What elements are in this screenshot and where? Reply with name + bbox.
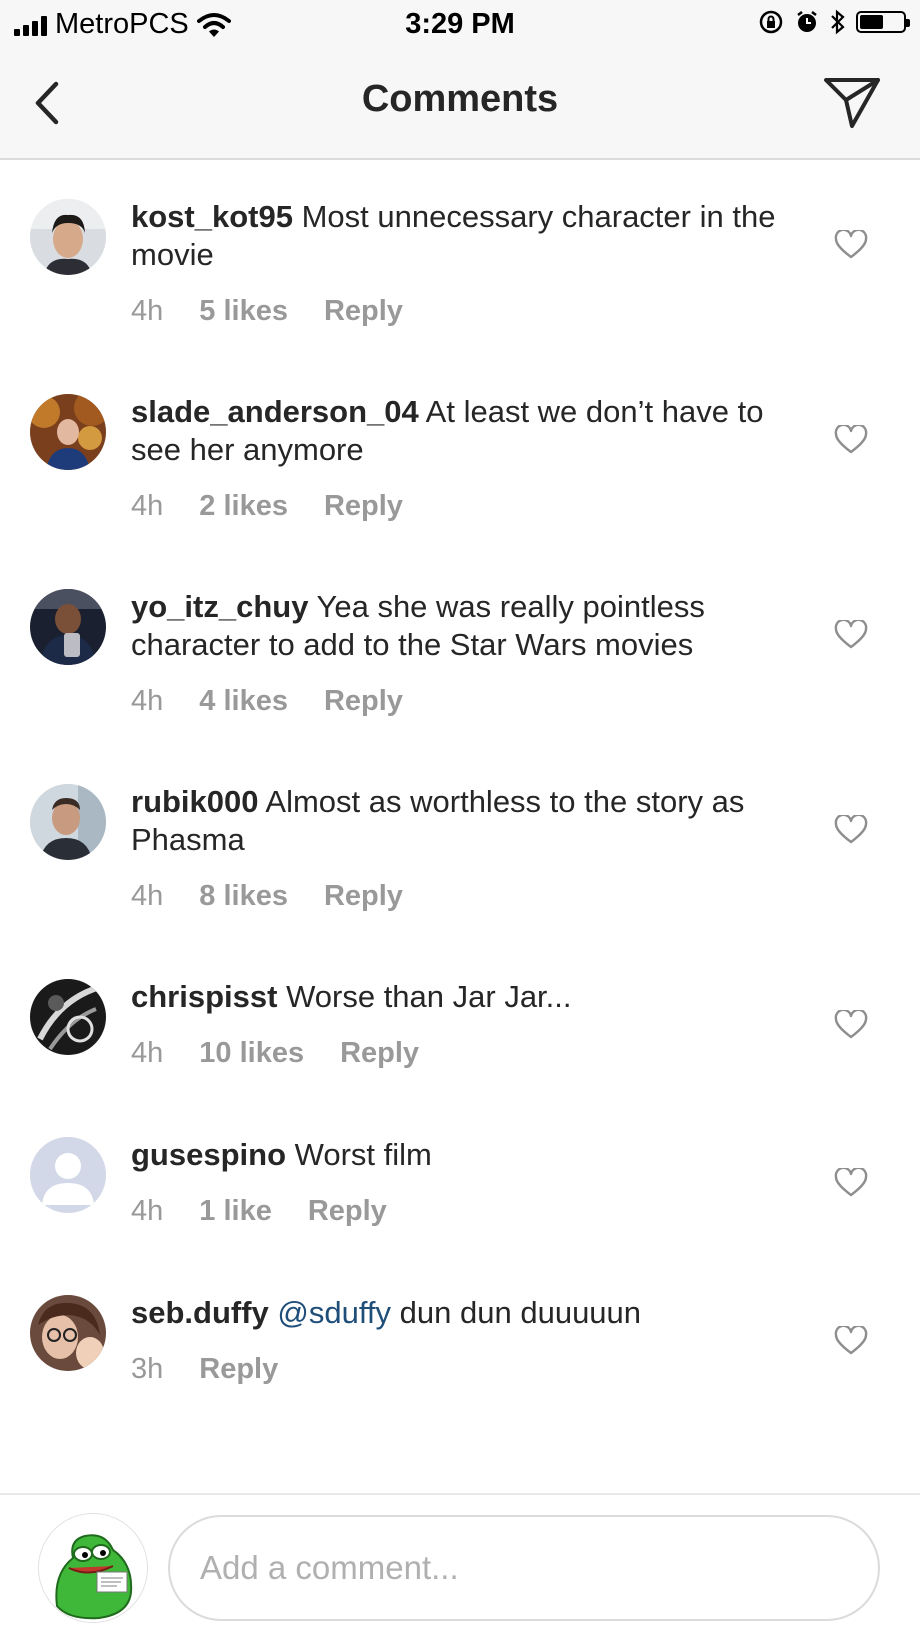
reply-button[interactable]: Reply [340,1037,419,1069]
comment-meta: 4h 8 likes Reply [131,880,439,913]
reply-button[interactable]: Reply [324,295,403,327]
bluetooth-icon [831,9,845,35]
heart-icon[interactable] [834,230,868,260]
comment-time: 4h [131,1195,164,1227]
comment-text: seb.duffy @sduffy dun dun duuuuun [131,1294,791,1332]
comment-likes[interactable]: 1 like [199,1195,272,1227]
comment-time: 4h [131,295,164,327]
comment-likes[interactable]: 8 likes [199,880,288,912]
heart-icon[interactable] [834,1168,868,1198]
comment-body: dun dun duuuuun [399,1295,642,1330]
reply-button[interactable]: Reply [324,880,403,912]
heart-icon[interactable] [834,1010,868,1040]
reply-button[interactable]: Reply [324,490,403,522]
comment-body: Worse than Jar Jar... [286,979,572,1014]
comment-meta: 4h 4 likes Reply [131,685,439,718]
reply-button[interactable]: Reply [324,685,403,717]
comment-text: gusespino Worst film [131,1136,791,1174]
comment-username[interactable]: kost_kot95 [131,199,293,234]
comment-text: slade_anderson_04 At least we don’t have… [131,393,791,469]
comment-likes[interactable]: 10 likes [199,1037,304,1069]
avatar[interactable] [30,784,106,860]
avatar[interactable] [30,394,106,470]
comment-text: chrispisst Worse than Jar Jar... [131,978,791,1016]
comment-meta: 3h Reply [131,1353,314,1386]
comment-time: 4h [131,1037,164,1069]
comment-likes[interactable]: 2 likes [199,490,288,522]
avatar[interactable] [30,199,106,275]
comment-time: 4h [131,685,164,717]
status-right [758,8,910,36]
comment-body: Worst film [294,1137,432,1172]
avatar[interactable] [30,1295,106,1371]
direct-share-button[interactable] [822,74,882,130]
comment-mention[interactable]: @sduffy [277,1295,391,1330]
comment-input[interactable] [168,1515,880,1621]
comment-meta: 4h 10 likes Reply [131,1037,455,1070]
comment-time: 4h [131,490,164,522]
alarm-icon [797,11,817,32]
comment-time: 3h [131,1353,164,1385]
heart-icon[interactable] [834,620,868,650]
battery-icon [856,11,910,33]
comment-likes[interactable]: 5 likes [199,295,288,327]
avatar[interactable] [30,589,106,665]
reply-button[interactable]: Reply [199,1353,278,1385]
comment-username[interactable]: chrispisst [131,979,277,1014]
comment-likes[interactable]: 4 likes [199,685,288,717]
comment-meta: 4h 2 likes Reply [131,490,439,523]
comment-composer [0,1493,920,1641]
comment-meta: 4h 1 like Reply [131,1195,423,1228]
heart-icon[interactable] [834,1326,868,1356]
rotation-lock-icon [759,10,783,34]
comment-username[interactable]: seb.duffy [131,1295,269,1330]
avatar[interactable] [30,1137,106,1213]
comment-text: rubik000 Almost as worthless to the stor… [131,783,791,859]
current-user-avatar [38,1513,148,1623]
comment-username[interactable]: gusespino [131,1137,286,1172]
reply-button[interactable]: Reply [308,1195,387,1227]
heart-icon[interactable] [834,815,868,845]
comment-text: kost_kot95 Most unnecessary character in… [131,198,791,274]
status-bar: MetroPCS 3:29 PM [0,0,920,50]
comment-username[interactable]: rubik000 [131,784,259,819]
heart-icon[interactable] [834,425,868,455]
paper-plane-icon [824,78,880,128]
comment-username[interactable]: slade_anderson_04 [131,394,419,429]
avatar[interactable] [30,979,106,1055]
comment-time: 4h [131,880,164,912]
page-title: Comments [361,78,559,120]
comment-meta: 4h 5 likes Reply [131,295,439,328]
comment-username[interactable]: yo_itz_chuy [131,589,308,624]
comment-text: yo_itz_chuy Yea she was really pointless… [131,588,791,664]
navigation-bar: Comments [0,50,920,160]
